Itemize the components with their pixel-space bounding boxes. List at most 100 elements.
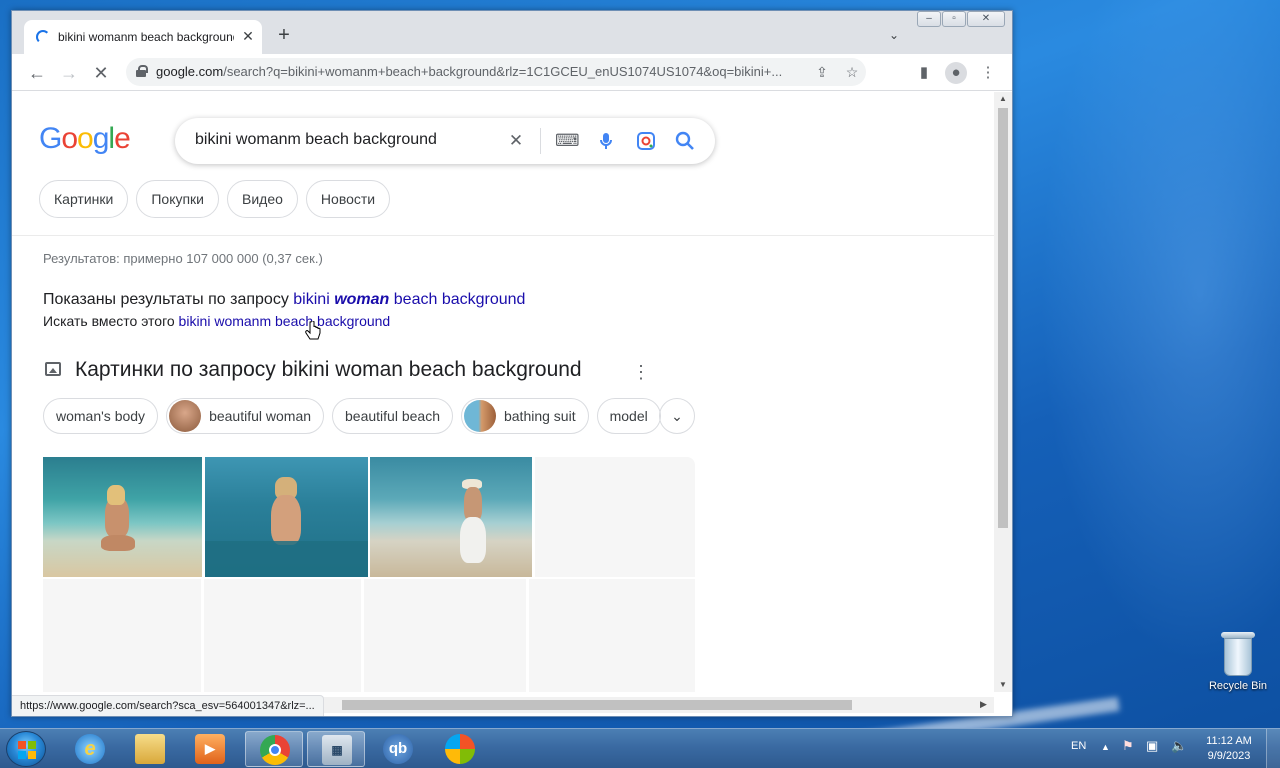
menu-kebab-icon[interactable]: ⋮ (977, 62, 999, 84)
windows-update-icon (445, 734, 475, 764)
recycle-bin[interactable]: Recycle Bin (1200, 632, 1276, 702)
related-searches: woman's body beautiful woman beautiful b… (43, 398, 661, 434)
taskbar-windows-update[interactable] (431, 731, 489, 767)
instead-prefix: Искать вместо этого (43, 313, 175, 329)
clock[interactable]: 11:12 AM 9/9/2023 (1200, 734, 1258, 764)
tab-images[interactable]: Картинки (39, 180, 129, 218)
showing-prefix: Показаны результаты по запросу (43, 291, 289, 308)
microphone-icon[interactable] (595, 130, 617, 152)
browser-window: bikini womanm beach background ✕ + ⌄ – ▫… (11, 10, 1013, 717)
search-results-page: Google bikini womanm beach background ✕ … (12, 92, 994, 692)
media-player-icon: ▶ (195, 734, 225, 764)
taskbar-qbittorrent[interactable]: qb (369, 731, 427, 767)
more-options-icon[interactable]: ⋮ (631, 360, 651, 384)
windows-logo-icon (18, 741, 36, 759)
scroll-up-icon[interactable]: ▲ (998, 94, 1008, 103)
search-tabs: Картинки Покупки Видео Новости (39, 180, 391, 218)
taskbar-chrome[interactable] (245, 731, 303, 767)
related-chip[interactable]: beautiful woman (166, 398, 325, 434)
lock-icon (136, 65, 148, 77)
image-result[interactable] (43, 457, 202, 577)
chip-thumbnail (169, 400, 202, 432)
taskbar-calculator[interactable]: ▦ (307, 731, 365, 767)
image-placeholder (529, 579, 695, 692)
image-section-icon (45, 362, 61, 376)
internet-explorer-icon: e (75, 734, 105, 764)
window-controls: – ▫ ✕ (917, 11, 1006, 29)
tab-search-chevron-icon[interactable]: ⌄ (884, 25, 904, 45)
search-input[interactable]: bikini womanm beach background (195, 131, 437, 149)
restore-icon[interactable]: ▫ (942, 11, 966, 27)
google-lens-icon[interactable] (635, 130, 657, 152)
chip-thumbnail (463, 400, 496, 432)
image-result[interactable] (370, 457, 532, 577)
new-tab-icon[interactable]: + (272, 24, 296, 48)
image-result[interactable] (205, 457, 368, 577)
browser-tab[interactable]: bikini womanm beach background ✕ (24, 20, 262, 54)
images-heading[interactable]: Картинки по запросу bikini woman beach b… (75, 358, 582, 382)
status-bar-url: https://www.google.com/search?sca_esv=56… (12, 695, 324, 716)
recycle-bin-label: Recycle Bin (1208, 680, 1268, 692)
chrome-icon (260, 735, 290, 765)
folder-icon (135, 734, 165, 764)
tab-strip: bikini womanm beach background ✕ + ⌄ – ▫… (12, 11, 1012, 54)
clock-time: 11:12 AM (1206, 735, 1252, 747)
show-desktop-button[interactable] (1266, 729, 1280, 768)
taskbar: e ▶ ▦ qb EN ▲ ⚑ ▣ 🔈 11:12 AM 9/9/2023 (0, 728, 1280, 768)
show-hidden-icons-icon[interactable]: ▲ (1101, 742, 1110, 752)
keyboard-icon[interactable]: ⌨ (555, 130, 580, 152)
taskbar-media-player[interactable]: ▶ (181, 731, 239, 767)
bookmark-star-icon[interactable]: ☆ (842, 62, 862, 82)
hand-cursor-icon (305, 320, 321, 341)
search-divider (540, 128, 541, 154)
tab-title: bikini womanm beach background (58, 30, 234, 44)
related-chip[interactable]: woman's body (43, 398, 159, 434)
corrected-query-link[interactable]: bikini woman beach background (293, 291, 525, 308)
h-scroll-thumb[interactable] (342, 700, 852, 710)
qbittorrent-icon: qb (383, 734, 413, 764)
url-text: google.com/search?q=bikini+womanm+beach+… (156, 64, 783, 79)
expand-chevron-icon[interactable]: ⌄ (659, 398, 695, 434)
search-instead: Искать вместо этого bikini womanm beach … (43, 313, 390, 329)
original-query-link[interactable]: bikini womanm beach background (179, 313, 391, 329)
tab-close-icon[interactable]: ✕ (238, 26, 258, 46)
google-logo[interactable]: Google (39, 122, 131, 156)
share-icon[interactable]: ⇪ (812, 62, 832, 82)
image-placeholder (204, 579, 361, 692)
browser-toolbar: ← → ✕ google.com/search?q=bikini+womanm+… (12, 54, 1012, 91)
taskbar-file-explorer[interactable] (121, 731, 179, 767)
stop-loading-icon[interactable]: ✕ (88, 60, 114, 86)
image-placeholder (43, 579, 201, 692)
action-center-flag-icon[interactable]: ⚑ (1122, 738, 1134, 754)
language-indicator[interactable]: EN (1071, 740, 1086, 752)
taskbar-internet-explorer[interactable]: e (61, 731, 119, 767)
related-chip[interactable]: bathing suit (460, 398, 589, 434)
related-chip[interactable]: beautiful beach (332, 398, 453, 434)
image-grid (43, 448, 695, 692)
search-box[interactable]: bikini womanm beach background ✕ ⌨ (175, 118, 715, 164)
result-stats: Результатов: примерно 107 000 000 (0,37 … (43, 251, 323, 266)
scroll-right-icon[interactable]: ▶ (980, 699, 987, 710)
volume-muted-icon[interactable]: 🔈 (1171, 738, 1187, 754)
start-button[interactable] (6, 731, 46, 767)
vertical-scrollbar[interactable]: ▲ ▼ (994, 92, 1012, 692)
recycle-bin-icon (1221, 632, 1255, 676)
network-icon[interactable]: ▣ (1146, 738, 1158, 754)
search-icon[interactable] (674, 130, 696, 152)
tab-news[interactable]: Новости (305, 180, 391, 218)
scroll-down-icon[interactable]: ▼ (998, 680, 1008, 689)
profile-avatar-icon[interactable]: ● (945, 62, 967, 84)
scroll-thumb[interactable] (998, 108, 1008, 528)
back-icon[interactable]: ← (24, 60, 50, 86)
clock-date: 9/9/2023 (1207, 750, 1251, 762)
clear-search-icon[interactable]: ✕ (505, 130, 527, 152)
tab-videos[interactable]: Видео (227, 180, 298, 218)
close-window-icon[interactable]: ✕ (967, 11, 1005, 27)
minimize-icon[interactable]: – (917, 11, 941, 27)
address-bar[interactable]: google.com/search?q=bikini+womanm+beach+… (126, 58, 866, 86)
forward-icon[interactable]: → (56, 60, 82, 86)
tab-shopping[interactable]: Покупки (136, 180, 220, 218)
side-panel-icon[interactable]: ▮ (913, 62, 935, 84)
spelling-correction: Показаны результаты по запросу bikini wo… (43, 291, 525, 309)
related-chip[interactable]: model (596, 398, 661, 434)
